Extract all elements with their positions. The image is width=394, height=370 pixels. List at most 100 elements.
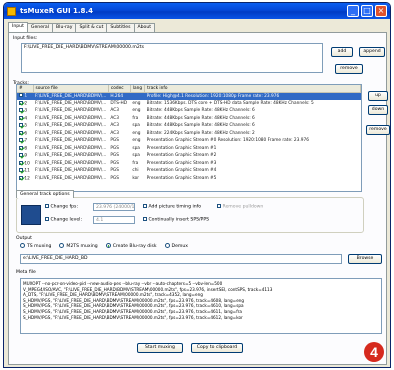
minimize-icon[interactable]: _	[347, 5, 359, 17]
copy-to-clipboard-button[interactable]: Copy to clipboard	[191, 343, 243, 353]
maximize-icon[interactable]: □	[361, 5, 373, 17]
output-mode-radio[interactable]	[164, 243, 170, 248]
track-enable-checkbox[interactable]	[19, 160, 23, 165]
track-codec: PGS	[110, 138, 119, 144]
track-enable-checkbox[interactable]	[19, 145, 23, 150]
track-number: 11	[24, 168, 30, 174]
track-enable-checkbox[interactable]	[19, 175, 23, 180]
level-select[interactable]: 4.1	[93, 216, 135, 224]
track-lang: eng	[132, 138, 141, 144]
remove-track-button[interactable]: remove	[366, 125, 390, 135]
track-codec: PGS	[110, 175, 119, 181]
tracks-table[interactable]: # source file codec lang track info 1 F:\…	[16, 84, 362, 192]
change-fps-checkbox[interactable]	[45, 204, 49, 208]
tab-general[interactable]: General	[26, 23, 54, 32]
add-timing-option[interactable]: Add picture timing info	[143, 204, 201, 210]
track-row[interactable]: 5 F:\LIVE_FREE_DIE_HARD\BDMV\... AC3 spa Bit…	[17, 122, 361, 130]
track-row[interactable]: 7 F:\LIVE_FREE_DIE_HARD\BDMV\... PGS eng Pre…	[17, 137, 361, 145]
track-number: 3	[24, 108, 28, 114]
move-up-button[interactable]: up	[368, 91, 388, 101]
track-codec: PGS	[110, 168, 119, 174]
close-icon[interactable]: ×	[375, 5, 387, 17]
output-mode-option[interactable]: TS muxing	[20, 243, 51, 249]
track-row[interactable]: 4 F:\LIVE_FREE_DIE_HARD\BDMV\... AC3 fra Bit…	[17, 115, 361, 123]
change-level-checkbox[interactable]	[45, 217, 49, 221]
output-mode-option[interactable]: Create Blu-ray disk	[105, 243, 157, 249]
move-down-button[interactable]: down	[368, 105, 388, 115]
output-mode-radio[interactable]	[59, 243, 65, 248]
output-mode-label: Demux	[171, 244, 189, 249]
track-lang: eng	[132, 100, 141, 106]
col-source-file[interactable]: source file	[33, 85, 109, 93]
meta-file-label: Meta file	[16, 270, 36, 275]
track-row[interactable]: 3 F:\LIVE_FREE_DIE_HARD\BDMV\... AC3 eng Bit…	[17, 107, 361, 115]
append-button[interactable]: append	[359, 47, 385, 57]
start-muxing-button[interactable]: Start muxing	[137, 343, 183, 353]
add-button[interactable]: add	[331, 47, 353, 57]
insert-sps-checkbox[interactable]	[143, 217, 147, 221]
output-mode-option[interactable]: Demux	[164, 243, 189, 249]
output-mode-group: TS muxing M2TS muxing Create Blu-ray disk D…	[20, 243, 188, 249]
col-lang[interactable]: lang	[130, 85, 146, 93]
tab-input[interactable]: Input	[8, 22, 28, 32]
track-info: Presentation Graphic Stream #5	[146, 175, 217, 181]
track-row[interactable]: 2 F:\LIVE_FREE_DIE_HARD\BDMV\... DTS-HD eng…	[17, 100, 361, 108]
output-mode-option[interactable]: M2TS muxing	[59, 243, 98, 249]
track-enable-checkbox[interactable]	[19, 108, 23, 112]
col-number[interactable]: #	[17, 85, 34, 93]
output-path-field[interactable]: e:\LIVE_FREE_DIE_HARD_BD	[20, 254, 342, 264]
output-mode-radio[interactable]	[105, 243, 111, 248]
track-number: 7	[24, 138, 28, 144]
track-row[interactable]: 1 F:\LIVE_FREE_DIE_HARD\BDMV\... H.264 Prof…	[17, 92, 361, 100]
meta-line: S_HDMV/PGS, "F:\LIVE_FREE_DIE_HARD\BDMV\…	[23, 314, 243, 320]
output-mode-radio[interactable]	[20, 243, 25, 248]
remove-file-button[interactable]: remove	[335, 64, 363, 74]
tab-blu-ray[interactable]: Blu-ray	[52, 23, 77, 32]
track-row[interactable]: 12 F:\LIVE_FREE_DIE_HARD\BDMV\... PGS kor Pr…	[17, 175, 361, 183]
col-codec[interactable]: codec	[108, 85, 131, 93]
track-row[interactable]: 6 F:\LIVE_FREE_DIE_HARD\BDMV\... AC3 eng Bit…	[17, 130, 361, 138]
track-enable-checkbox[interactable]	[19, 130, 23, 135]
track-source-file: F:\LIVE_FREE_DIE_HARD\BDMV\...	[35, 168, 107, 174]
track-enable-checkbox[interactable]	[19, 168, 23, 172]
tab-about[interactable]: About	[133, 23, 156, 32]
track-codec: AC3	[110, 115, 119, 121]
track-number: 6	[24, 131, 28, 136]
tab-general-track-options[interactable]: General track options	[16, 190, 74, 198]
remove-pulldown-checkbox[interactable]	[217, 204, 221, 208]
track-source-file: F:\LIVE_FREE_DIE_HARD\BDMV\...	[35, 145, 107, 151]
meta-file-text[interactable]: MUXOPT --no-pcr-on-video-pid --new-audio…	[20, 278, 382, 334]
add-timing-checkbox[interactable]	[143, 204, 147, 208]
track-codec: PGS	[110, 160, 119, 166]
remove-pulldown-option[interactable]: Remove pulldown	[217, 204, 263, 210]
track-codec: AC3	[110, 108, 119, 114]
track-lang: eng	[132, 108, 141, 114]
track-enable-checkbox[interactable]	[19, 115, 23, 120]
track-enable-checkbox[interactable]	[19, 93, 23, 98]
track-enable-checkbox[interactable]	[19, 153, 23, 157]
track-enable-checkbox[interactable]	[19, 123, 23, 127]
insert-sps-option[interactable]: Continually insert SPS/PPS	[143, 217, 209, 223]
track-enable-checkbox[interactable]	[19, 138, 23, 142]
output-mode-label: M2TS muxing	[66, 244, 98, 249]
track-info: Bitrate: 448Kbps Sample Rate: 48KHz Chan…	[146, 115, 255, 121]
fps-select[interactable]: 23.976 (24000/1001)	[93, 203, 135, 211]
track-info: Presentation Graphic Stream #0 Resolutio…	[146, 138, 309, 144]
track-lang: chi	[132, 168, 139, 174]
change-fps-option[interactable]: Change fps:	[45, 204, 78, 210]
track-number: 5	[24, 123, 28, 129]
title-bar[interactable]: tsMuxeR GUI 1.8.4 _ □ ×	[4, 3, 390, 19]
track-row[interactable]: 10 F:\LIVE_FREE_DIE_HARD\BDMV\... PGS fra Pr…	[17, 160, 361, 168]
col-track-info[interactable]: track info	[144, 85, 361, 93]
browse-button[interactable]: Browse	[348, 254, 382, 264]
tab-split-cut[interactable]: Split & cut	[75, 23, 108, 32]
input-files-list[interactable]: F:\LIVE_FREE_DIE_HARD\BDMV\STREAM\00000.…	[21, 43, 323, 73]
track-number: 4	[24, 116, 28, 121]
track-row[interactable]: 11 F:\LIVE_FREE_DIE_HARD\BDMV\... PGS chi Pr…	[17, 167, 361, 175]
track-row[interactable]: 9 F:\LIVE_FREE_DIE_HARD\BDMV\... PGS spa Pre…	[17, 152, 361, 160]
window-title: tsMuxeR GUI 1.8.4	[20, 7, 93, 15]
track-enable-checkbox[interactable]	[19, 100, 23, 105]
change-level-option[interactable]: Change level:	[45, 217, 82, 223]
track-row[interactable]: 8 F:\LIVE_FREE_DIE_HARD\BDMV\... PGS spa Pre…	[17, 145, 361, 153]
tab-subtitles[interactable]: Subtitles	[106, 23, 135, 32]
